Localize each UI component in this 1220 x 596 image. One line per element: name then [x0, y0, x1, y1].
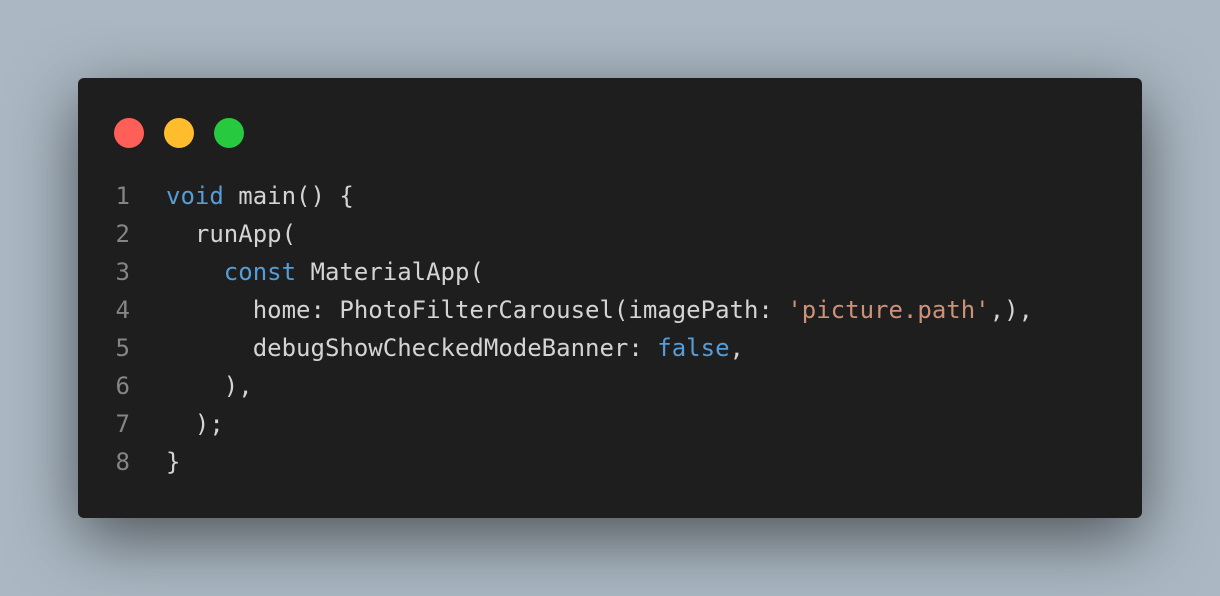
- code-text: ),: [130, 367, 253, 405]
- line-number: 8: [115, 448, 130, 476]
- minimize-dot-icon[interactable]: [164, 118, 194, 148]
- close-dot-icon[interactable]: [114, 118, 144, 148]
- code-text: runApp(: [130, 215, 296, 253]
- line-number: 4: [115, 296, 130, 324]
- code-line: 2 runApp(: [78, 215, 1033, 253]
- code-line: 7 );: [78, 405, 1033, 443]
- code-token-keyword: void: [166, 182, 224, 210]
- code-block: 1 void main() {2 runApp(3 const MaterialA…: [78, 177, 1033, 481]
- line-number: 7: [115, 410, 130, 438]
- line-number: 3: [115, 258, 130, 286]
- code-line: 6 ),: [78, 367, 1033, 405]
- code-token-plain: }: [166, 448, 181, 476]
- code-text: debugShowCheckedModeBanner: false,: [130, 329, 744, 367]
- code-token-plain: MaterialApp(: [296, 258, 484, 286]
- line-number: 5: [115, 334, 130, 362]
- code-line: 1 void main() {: [78, 177, 1033, 215]
- line-number: 6: [115, 372, 130, 400]
- code-token-plain: ),: [166, 372, 253, 400]
- code-text: void main() {: [130, 177, 354, 215]
- code-token-plain: ,),: [989, 296, 1033, 324]
- code-text: }: [130, 443, 180, 481]
- line-number: 2: [115, 220, 130, 248]
- code-line: 8}: [78, 443, 1033, 481]
- window-controls: [114, 118, 244, 148]
- maximize-dot-icon[interactable]: [214, 118, 244, 148]
- code-text: );: [130, 405, 224, 443]
- code-token-plain: debugShowCheckedModeBanner:: [166, 334, 658, 362]
- code-token-plain: ,: [729, 334, 744, 362]
- code-token-plain: main() {: [223, 182, 354, 210]
- code-line: 5 debugShowCheckedModeBanner: false,: [78, 329, 1033, 367]
- code-token-plain: );: [166, 410, 224, 438]
- code-line: 3 const MaterialApp(: [78, 253, 1033, 291]
- code-text: home: PhotoFilterCarousel(imagePath: 'pi…: [130, 291, 1033, 329]
- code-token-plain: home: PhotoFilterCarousel(imagePath:: [166, 296, 788, 324]
- line-number: 1: [115, 182, 130, 210]
- code-token-keyword: false: [657, 334, 730, 362]
- code-window: 1 void main() {2 runApp(3 const MaterialA…: [78, 78, 1142, 518]
- code-token-keyword: const: [223, 258, 297, 286]
- code-line: 4 home: PhotoFilterCarousel(imagePath: '…: [78, 291, 1033, 329]
- code-token-string: 'picture.path': [787, 296, 990, 324]
- code-token-plain: runApp(: [166, 220, 297, 248]
- code-text: const MaterialApp(: [130, 253, 484, 291]
